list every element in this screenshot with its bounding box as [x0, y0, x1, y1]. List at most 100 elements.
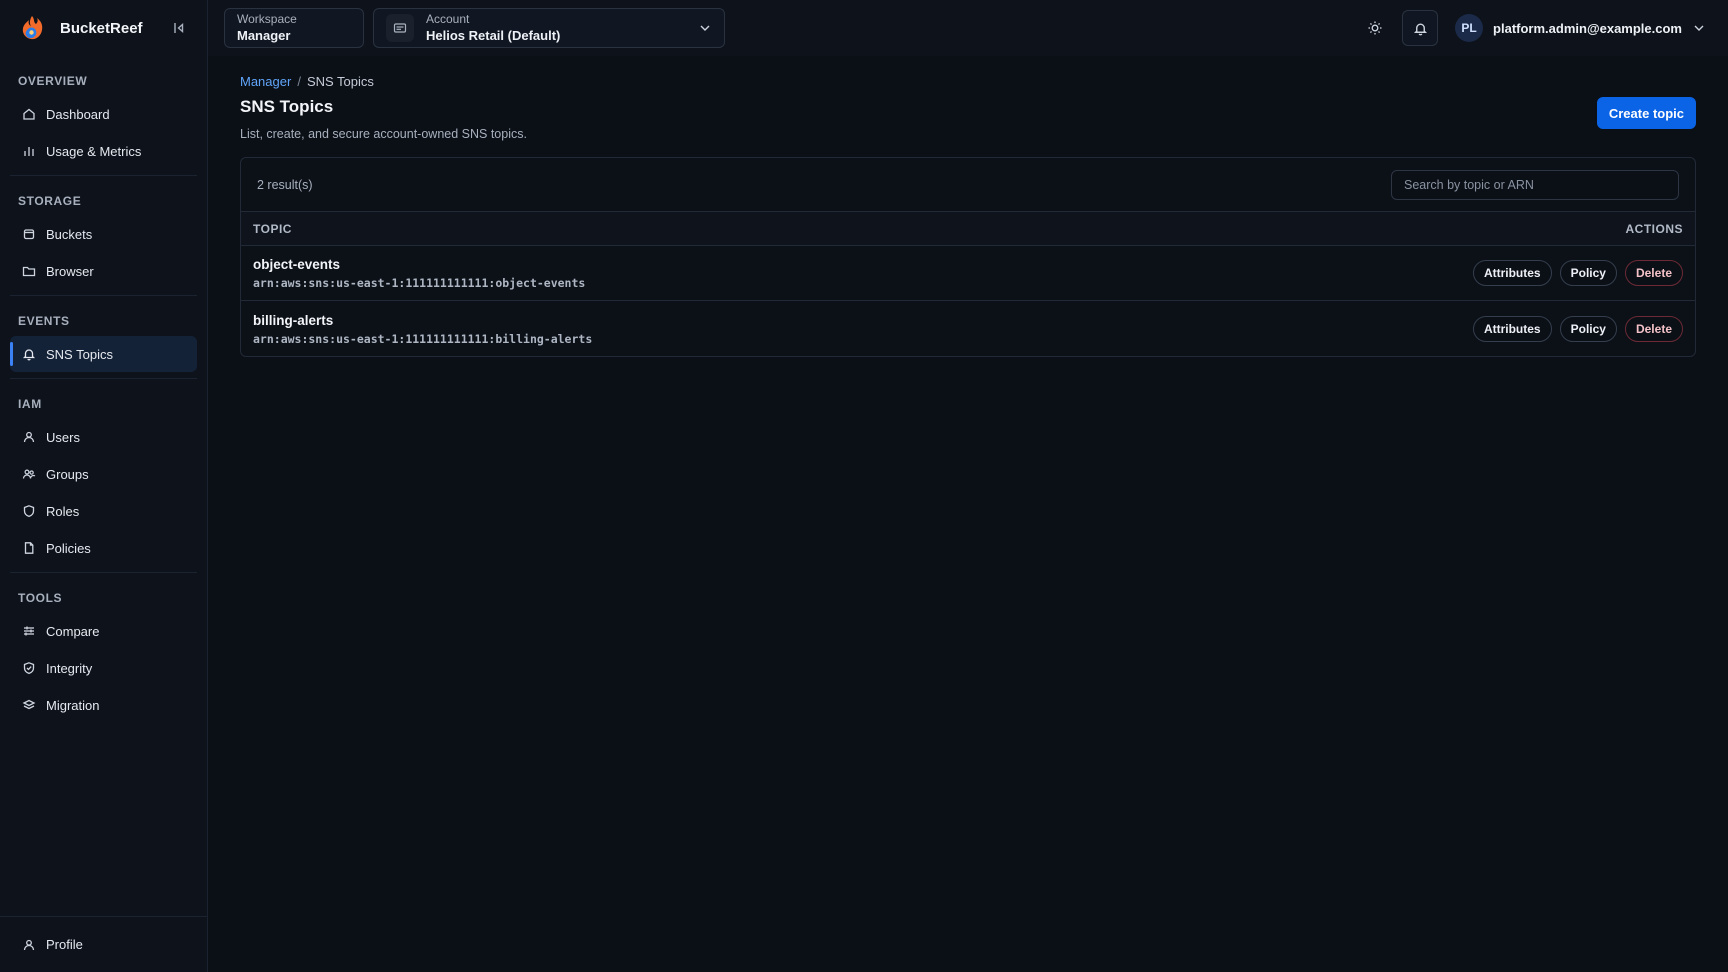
page-title: SNS Topics	[240, 97, 334, 116]
nav-divider	[10, 295, 197, 296]
sidebar-item-label: Browser	[46, 263, 94, 279]
theme-toggle-button[interactable]	[1357, 10, 1393, 46]
sidebar-item-buckets[interactable]: Buckets	[10, 216, 197, 252]
sidebar-item-dashboard[interactable]: Dashboard	[10, 96, 197, 132]
table-row: billing-alerts arn:aws:sns:us-east-1:111…	[241, 301, 1695, 356]
shield-check-icon	[23, 662, 35, 675]
account-card-icon	[386, 14, 414, 42]
table-row: object-events arn:aws:sns:us-east-1:1111…	[241, 246, 1695, 301]
sliders-icon	[24, 626, 34, 636]
sidebar-item-label: Integrity	[46, 660, 93, 676]
sidebar-item-label: Roles	[46, 503, 80, 519]
sidebar-item-profile[interactable]: Profile	[0, 916, 207, 972]
brand: BucketReef	[0, 0, 207, 56]
sidebar-item-migration[interactable]: Migration	[10, 687, 197, 723]
delete-button[interactable]: Delete	[1624, 315, 1683, 342]
row-actions: Attributes Policy Delete	[1472, 315, 1683, 342]
account-value: Helios Retail (Default)	[426, 28, 561, 43]
nav-divider	[10, 378, 197, 379]
breadcrumb-current: SNS Topics	[306, 74, 374, 89]
topics-panel: 2 result(s) TOPIC ACTIONS object-events …	[240, 157, 1696, 357]
sidebar-item-label: Dashboard	[46, 106, 110, 122]
topic-name[interactable]: object-events	[253, 256, 585, 274]
sidebar-item-label: SNS Topics	[46, 346, 113, 362]
workspace-value: Manager	[237, 28, 291, 43]
page-content: Manager / SNS Topics SNS Topics List, cr…	[208, 56, 1728, 357]
sidebar-item-browser[interactable]: Browser	[10, 253, 197, 289]
sidebar-item-label: Compare	[46, 623, 100, 639]
app-root: BucketReef OVERVIEW Dashboard Usage & Me…	[0, 0, 1728, 972]
avatar: PL	[1455, 14, 1484, 42]
sidebar-item-usage-metrics[interactable]: Usage & Metrics	[10, 133, 197, 169]
topbar: Workspace Manager Account Helios Retail …	[208, 0, 1728, 56]
sidebar-item-roles[interactable]: Roles	[10, 493, 197, 529]
column-header-topic: TOPIC	[253, 221, 292, 236]
bell-icon	[22, 349, 36, 361]
breadcrumb-separator: /	[297, 74, 301, 89]
nav-divider	[10, 572, 197, 573]
bucket-icon	[23, 229, 35, 240]
account-label: Account	[426, 12, 470, 26]
nav-section-title: EVENTS	[18, 314, 70, 328]
delete-button[interactable]: Delete	[1624, 260, 1683, 286]
sidebar-nav: OVERVIEW Dashboard Usage & Metrics STORA…	[0, 56, 207, 916]
search-input[interactable]	[1391, 169, 1679, 200]
home-icon	[23, 108, 35, 120]
result-count: 2 result(s)	[257, 177, 313, 192]
attributes-button[interactable]: Attributes	[1472, 260, 1552, 286]
sidebar-item-policies[interactable]: Policies	[10, 530, 197, 566]
policy-button[interactable]: Policy	[1559, 315, 1617, 342]
breadcrumb: Manager / SNS Topics	[240, 74, 1696, 89]
row-actions: Attributes Policy Delete	[1472, 260, 1683, 286]
breadcrumb-manager-link[interactable]: Manager	[240, 74, 291, 89]
sidebar-item-users[interactable]: Users	[10, 419, 197, 455]
sun-icon	[1368, 21, 1382, 35]
panel-toolbar: 2 result(s)	[241, 158, 1695, 212]
sidebar-item-label: Buckets	[46, 226, 93, 242]
file-icon	[24, 542, 34, 554]
sidebar-item-label: Groups	[46, 466, 89, 482]
collapse-left-icon	[174, 22, 184, 34]
topic-name[interactable]: billing-alerts	[253, 312, 592, 330]
bar-chart-icon	[24, 147, 34, 156]
sidebar-item-label: Usage & Metrics	[46, 143, 142, 159]
sidebar-item-label: Users	[46, 429, 80, 445]
nav-section-title: STORAGE	[18, 194, 82, 208]
chevron-down-icon	[1694, 25, 1704, 31]
nav-section-tools: TOOLS Compare Integrity Migration	[10, 579, 197, 723]
user-icon	[23, 939, 35, 950]
topic-arn: arn:aws:sns:us-east-1:111111111111:objec…	[253, 276, 586, 290]
nav-section-storage: STORAGE Buckets Browser	[10, 182, 197, 289]
nav-section-title: TOOLS	[18, 591, 63, 605]
attributes-button[interactable]: Attributes	[1472, 315, 1552, 342]
user-menu[interactable]: PL platform.admin@example.com	[1455, 14, 1706, 42]
sidebar-item-label: Migration	[46, 697, 100, 713]
policy-button[interactable]: Policy	[1559, 260, 1617, 286]
nav-section-title: IAM	[18, 397, 42, 411]
nav-section-events: EVENTS SNS Topics	[10, 302, 197, 372]
users-icon	[22, 469, 36, 479]
sidebar-item-sns-topics[interactable]: SNS Topics	[10, 336, 197, 372]
workspace-selector[interactable]: Workspace Manager	[224, 8, 364, 48]
sidebar-item-groups[interactable]: Groups	[10, 456, 197, 492]
migration-icon	[22, 699, 36, 710]
sidebar-item-compare[interactable]: Compare	[10, 613, 197, 649]
nav-section-title: OVERVIEW	[18, 74, 88, 88]
workspace-label: Workspace	[237, 12, 297, 26]
table-header: TOPIC ACTIONS	[241, 212, 1695, 246]
create-topic-button[interactable]: Create topic	[1596, 97, 1696, 129]
bell-icon	[1413, 23, 1427, 35]
nav-section-iam: IAM Users Groups Roles Policies	[10, 385, 197, 566]
page-subtitle: List, create, and secure account-owned S…	[240, 127, 527, 141]
nav-section-overview: OVERVIEW Dashboard Usage & Metrics	[10, 62, 197, 169]
account-selector[interactable]: Account Helios Retail (Default)	[373, 8, 725, 48]
collapse-sidebar-button[interactable]	[169, 18, 189, 38]
sidebar: BucketReef OVERVIEW Dashboard Usage & Me…	[0, 0, 208, 972]
sidebar-item-label: Policies	[46, 540, 91, 556]
topic-arn: arn:aws:sns:us-east-1:111111111111:billi…	[253, 331, 593, 346]
notifications-button[interactable]	[1402, 10, 1439, 46]
sidebar-item-integrity[interactable]: Integrity	[10, 650, 197, 686]
chevron-down-icon	[700, 25, 710, 31]
folder-icon	[22, 266, 36, 277]
shield-icon	[23, 505, 35, 518]
